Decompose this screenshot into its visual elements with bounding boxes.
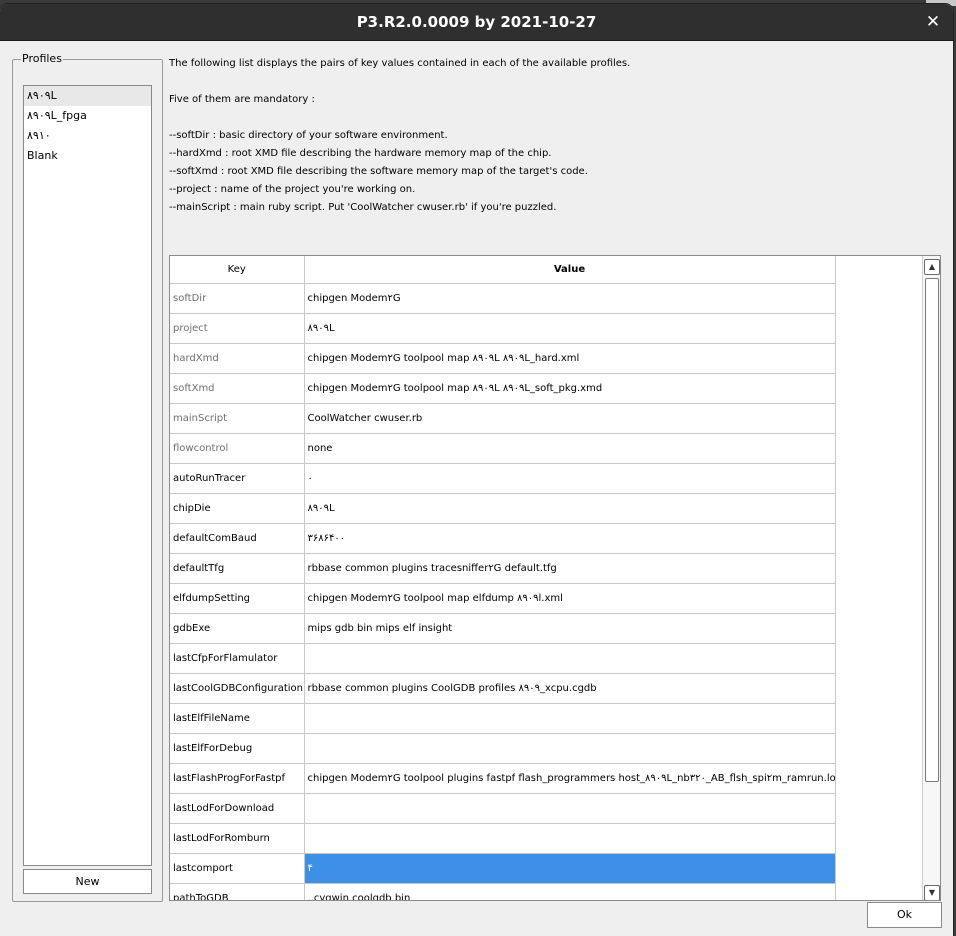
value-cell[interactable]: chipgen Modem۲G toolpool map ۸۹۰۹L ۸۹۰۹L… xyxy=(304,373,836,404)
value-cell[interactable]: ۸۹۰۹L xyxy=(304,313,836,344)
table-row[interactable]: mainScript CoolWatcher cwuser.rb xyxy=(170,403,836,434)
value-cell[interactable]: chipgen Modem۲G toolpool map elfdump ۸۹۰… xyxy=(304,583,836,614)
key-cell[interactable]: chipDie xyxy=(170,493,305,524)
table-row[interactable]: flowcontrol none xyxy=(170,433,836,464)
value-cell[interactable]: ۸۹۰۹L xyxy=(304,493,836,524)
key-column-header[interactable]: Key xyxy=(170,256,305,284)
value-cell[interactable] xyxy=(304,643,836,674)
value-cell[interactable]: ..cygwin coolgdb bin xyxy=(304,883,836,900)
profile-dialog: P3.R2.0.0009 by 2021-10-27 ✕ Profiles ۸۹… xyxy=(0,4,953,936)
key-cell[interactable]: lastLodForRomburn xyxy=(170,823,305,854)
window-title: P3.R2.0.0009 by 2021-10-27 xyxy=(356,13,597,31)
value-cell[interactable]: ۳۶۸۶۴۰۰ xyxy=(304,523,836,554)
table-row[interactable]: softXmd chipgen Modem۲G toolpool map ۸۹۰۹… xyxy=(170,373,836,404)
value-cell[interactable] xyxy=(304,703,836,734)
new-profile-button[interactable]: New xyxy=(23,869,152,894)
key-cell[interactable]: autoRunTracer xyxy=(170,463,305,494)
key-cell[interactable]: lastFlashProgForFastpf xyxy=(170,763,305,794)
value-cell[interactable]: ۴ xyxy=(304,853,836,884)
key-cell[interactable]: lastCoolGDBConfiguration xyxy=(170,673,305,704)
value-cell[interactable]: rbbase common plugins tracesniffer۲G def… xyxy=(304,553,836,584)
table-row[interactable]: elfdumpSetting chipgen Modem۲G toolpool m… xyxy=(170,583,836,614)
profile-list[interactable]: ۸۹۰۹L ۸۹۰۹L_fpga ۸۹۱۰ Blank xyxy=(23,85,152,866)
key-cell[interactable]: elfdumpSetting xyxy=(170,583,305,614)
profile-item[interactable]: ۸۹۱۰ xyxy=(24,126,151,146)
description-item: --mainScript : main ruby script. Put 'Co… xyxy=(169,202,557,213)
scroll-down-button[interactable]: ▼ xyxy=(924,885,940,900)
value-cell[interactable]: chipgen Modem۲G xyxy=(304,283,836,314)
table-row[interactable]: lastFlashProgForFastpf chipgen Modem۲G to… xyxy=(170,763,836,794)
description-item: --project : name of the project you're w… xyxy=(169,184,416,195)
title-bar: P3.R2.0.0009 by 2021-10-27 ✕ xyxy=(0,4,953,41)
table-row[interactable]: hardXmd chipgen Modem۲G toolpool map ۸۹۰۹… xyxy=(170,343,836,374)
key-value-table: Key Value softDir chipgen Modem۲G project ۸… xyxy=(169,255,941,901)
table-row[interactable]: lastLodForDownload xyxy=(170,793,836,824)
key-cell[interactable]: defaultComBaud xyxy=(170,523,305,554)
value-cell[interactable]: rbbase common plugins CoolGDB profiles ۸… xyxy=(304,673,836,704)
key-cell[interactable]: flowcontrol xyxy=(170,433,305,464)
table-row[interactable]: lastCfpForFlamulator xyxy=(170,643,836,674)
value-cell[interactable] xyxy=(304,733,836,764)
table-row[interactable]: pathToGDB ..cygwin coolgdb bin xyxy=(170,883,836,900)
key-cell[interactable]: mainScript xyxy=(170,403,305,434)
table-row[interactable]: gdbExe mips gdb bin mips elf insight xyxy=(170,613,836,644)
description-item: --softDir : basic directory of your soft… xyxy=(169,130,448,141)
key-cell[interactable]: lastElfFileName xyxy=(170,703,305,734)
table-row[interactable]: lastLodForRomburn xyxy=(170,823,836,854)
description: The following list displays the pairs of… xyxy=(169,55,939,217)
table-row[interactable]: softDir chipgen Modem۲G xyxy=(170,283,836,314)
value-cell[interactable]: chipgen Modem۲G toolpool map ۸۹۰۹L ۸۹۰۹L… xyxy=(304,343,836,374)
description-intro: The following list displays the pairs of… xyxy=(169,58,631,69)
table-vertical-scrollbar[interactable]: ▲ ▼ xyxy=(922,256,940,900)
table-row[interactable]: project ۸۹۰۹L xyxy=(170,313,836,344)
profiles-group: Profiles ۸۹۰۹L ۸۹۰۹L_fpga ۸۹۱۰ Blank New xyxy=(12,52,163,902)
table-row[interactable]: lastcomport ۴ xyxy=(170,853,836,884)
key-cell[interactable]: softXmd xyxy=(170,373,305,404)
key-cell[interactable]: lastCfpForFlamulator xyxy=(170,643,305,674)
table-row[interactable]: lastElfFileName xyxy=(170,703,836,734)
value-cell[interactable]: ۰ xyxy=(304,463,836,494)
description-item: --softXmd : root XMD file describing the… xyxy=(169,166,588,177)
key-cell[interactable]: gdbExe xyxy=(170,613,305,644)
key-cell[interactable]: lastElfForDebug xyxy=(170,733,305,764)
description-item: --hardXmd : root XMD file describing the… xyxy=(169,148,552,159)
value-cell[interactable]: mips gdb bin mips elf insight xyxy=(304,613,836,644)
profile-item[interactable]: ۸۹۰۹L_fpga xyxy=(24,106,151,126)
value-cell[interactable]: chipgen Modem۲G toolpool plugins fastpf … xyxy=(304,763,836,794)
key-cell[interactable]: lastcomport xyxy=(170,853,305,884)
table-row[interactable]: lastElfForDebug xyxy=(170,733,836,764)
value-cell[interactable] xyxy=(304,793,836,824)
key-cell[interactable]: softDir xyxy=(170,283,305,314)
value-cell[interactable]: CoolWatcher cwuser.rb xyxy=(304,403,836,434)
key-cell[interactable]: lastLodForDownload xyxy=(170,793,305,824)
value-cell[interactable] xyxy=(304,823,836,854)
scrollbar-thumb[interactable] xyxy=(925,278,939,782)
key-cell[interactable]: hardXmd xyxy=(170,343,305,374)
table-row[interactable]: autoRunTracer ۰ xyxy=(170,463,836,494)
chevron-down-icon: ▼ xyxy=(928,888,936,897)
scroll-up-button[interactable]: ▲ xyxy=(924,259,940,275)
profile-item[interactable]: ۸۹۰۹L xyxy=(24,86,151,106)
table-row[interactable]: chipDie ۸۹۰۹L xyxy=(170,493,836,524)
close-button[interactable]: ✕ xyxy=(921,10,945,34)
close-icon: ✕ xyxy=(925,12,941,32)
value-column-header[interactable]: Value xyxy=(304,256,836,284)
table-row[interactable]: lastCoolGDBConfiguration rbbase common pl… xyxy=(170,673,836,704)
table-row[interactable]: defaultComBaud ۳۶۸۶۴۰۰ xyxy=(170,523,836,554)
mandatory-note: Five of them are mandatory : xyxy=(169,94,315,105)
profile-item[interactable]: Blank xyxy=(24,146,151,166)
chevron-up-icon: ▲ xyxy=(928,262,936,271)
table-row[interactable]: defaultTfg rbbase common plugins tracesni… xyxy=(170,553,836,584)
key-cell[interactable]: pathToGDB xyxy=(170,883,305,900)
key-cell[interactable]: defaultTfg xyxy=(170,553,305,584)
value-cell[interactable]: none xyxy=(304,433,836,464)
ok-button[interactable]: Ok xyxy=(867,902,942,928)
profiles-group-label: Profiles xyxy=(21,52,63,65)
key-cell[interactable]: project xyxy=(170,313,305,344)
